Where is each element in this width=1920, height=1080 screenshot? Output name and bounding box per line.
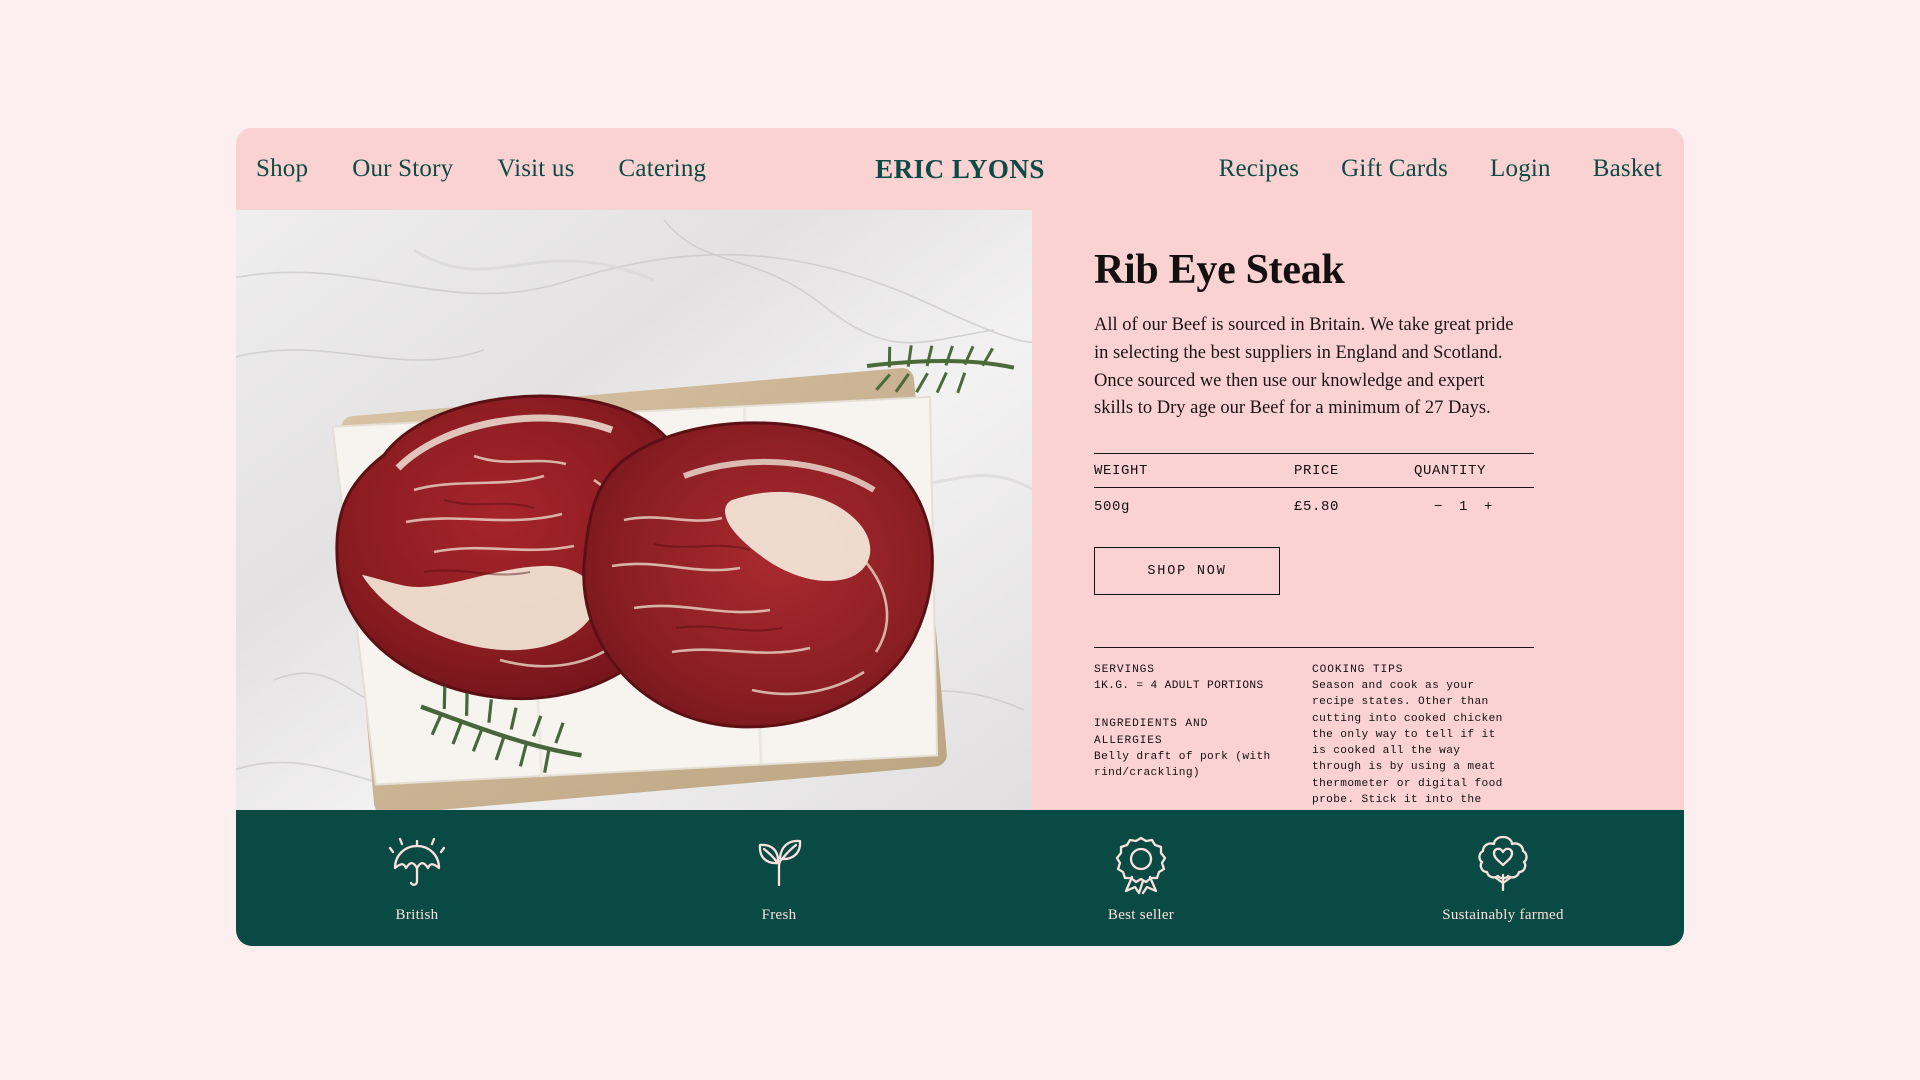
feature-british[interactable]: British bbox=[236, 833, 598, 924]
feature-best-seller[interactable]: Best seller bbox=[960, 833, 1322, 924]
ingredients-heading: INGREDIENTS AND ALLERGIES bbox=[1094, 718, 1209, 747]
tree-heart-icon bbox=[1478, 835, 1528, 891]
product-body: Rib Eye Steak All of our Beef is sourced… bbox=[236, 210, 1684, 855]
rosette-icon bbox=[1115, 836, 1167, 894]
umbrella-icon bbox=[388, 837, 446, 886]
servings-heading: SERVINGS bbox=[1094, 664, 1155, 676]
column-header-quantity: QUANTITY bbox=[1414, 463, 1487, 479]
column-header-price: PRICE bbox=[1294, 463, 1340, 479]
spec-header-row: WEIGHT PRICE QUANTITY bbox=[1094, 454, 1534, 488]
product-card: Shop Our Story Visit us Catering ERIC LY… bbox=[236, 128, 1684, 946]
nav-item-basket[interactable]: Basket bbox=[1593, 155, 1662, 183]
feature-label-best-seller: Best seller bbox=[1107, 906, 1175, 923]
primary-nav-right: Recipes Gift Cards Login Basket bbox=[1219, 155, 1662, 183]
product-detail-panel: Rib Eye Steak All of our Beef is sourced… bbox=[1032, 210, 1684, 855]
quantity-increment-button[interactable]: + bbox=[1484, 499, 1493, 515]
page-title: Rib Eye Steak bbox=[1094, 247, 1345, 293]
value-weight: 500g bbox=[1094, 499, 1131, 515]
quantity-value: 1 bbox=[1459, 499, 1469, 515]
feature-bar: British Fresh Best seller Sustainably fa… bbox=[236, 810, 1684, 946]
shop-now-button[interactable]: SHOP NOW bbox=[1094, 547, 1280, 595]
site-header: Shop Our Story Visit us Catering ERIC LY… bbox=[236, 128, 1684, 210]
spec-value-row: 500g £5.80 − 1 + bbox=[1094, 488, 1534, 519]
product-image bbox=[236, 210, 1032, 810]
nav-item-catering[interactable]: Catering bbox=[619, 155, 707, 183]
feature-fresh[interactable]: Fresh bbox=[598, 833, 960, 924]
nav-item-visit-us[interactable]: Visit us bbox=[497, 155, 574, 183]
column-header-weight: WEIGHT bbox=[1094, 463, 1149, 479]
feature-label-british: British bbox=[395, 906, 439, 923]
feature-sustainably-farmed[interactable]: Sustainably farmed bbox=[1322, 833, 1684, 924]
nav-item-gift-cards[interactable]: Gift Cards bbox=[1341, 155, 1448, 183]
leaf-icon bbox=[758, 839, 802, 886]
nav-item-shop[interactable]: Shop bbox=[256, 155, 308, 183]
feature-label-sustainably-farmed: Sustainably farmed bbox=[1442, 906, 1564, 923]
nav-item-recipes[interactable]: Recipes bbox=[1219, 155, 1300, 183]
nav-item-login[interactable]: Login bbox=[1490, 155, 1551, 183]
cooking-tips-heading: COOKING TIPS bbox=[1312, 664, 1404, 676]
primary-nav-left: Shop Our Story Visit us Catering bbox=[256, 155, 706, 183]
info-divider bbox=[1094, 647, 1534, 648]
product-spec-table: WEIGHT PRICE QUANTITY 500g £5.80 − 1 + bbox=[1094, 453, 1534, 519]
quantity-decrement-button[interactable]: − bbox=[1434, 499, 1443, 515]
quantity-stepper[interactable]: − 1 + bbox=[1414, 499, 1534, 515]
ingredients-body: Belly draft of pork (with rind/crackling… bbox=[1094, 750, 1271, 780]
page-root: Shop Our Story Visit us Catering ERIC LY… bbox=[0, 0, 1920, 1080]
feature-label-fresh: Fresh bbox=[761, 906, 797, 923]
servings-body: 1K.G. = 4 ADULT PORTIONS bbox=[1094, 680, 1264, 693]
value-price: £5.80 bbox=[1294, 499, 1340, 515]
nav-item-our-story[interactable]: Our Story bbox=[352, 155, 453, 183]
steak-photo-illustration bbox=[236, 210, 1032, 810]
brand-logo[interactable]: ERIC LYONS bbox=[875, 154, 1045, 185]
product-description: All of our Beef is sourced in Britain. W… bbox=[1094, 315, 1514, 419]
